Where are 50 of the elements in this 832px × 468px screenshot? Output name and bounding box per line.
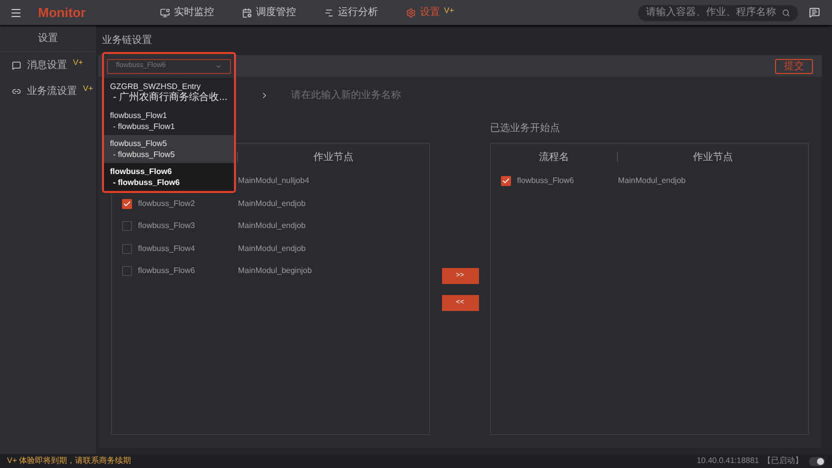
dropdown-option[interactable]: flowbuss_Flow6 - flowbuss_Flow6 — [104, 163, 234, 191]
panel-label: 已选业务开始点 — [490, 122, 560, 136]
table-cell: flowbuss_Flow4 — [138, 242, 195, 255]
name-field[interactable]: 请在此输入新的业务名称 — [291, 88, 441, 102]
expiry-notice: V+ 体验即将到期，请联系商务续期 — [7, 455, 132, 467]
table-cell: flowbuss_Flow3 — [138, 220, 195, 232]
table-cell-text: MainModul_endjob — [238, 220, 307, 232]
settings-icon — [406, 8, 416, 18]
nav-tab[interactable]: 实时监控 — [160, 5, 214, 20]
server-state: 【已启动】 — [763, 455, 803, 467]
search-field[interactable]: 请输入容器、作业、程序名称 — [638, 4, 798, 20]
search-icon[interactable] — [782, 8, 790, 16]
chat-icon[interactable] — [809, 7, 820, 18]
sidebar-item[interactable]: 消息设置 V+ — [0, 52, 96, 78]
dropdown-option[interactable]: flowbuss_Flow1 - flowbuss_Flow1 — [104, 107, 234, 135]
message-icon — [12, 60, 21, 70]
page-title: 业务链设置 — [102, 34, 152, 48]
nav-tab[interactable]: 运行分析 — [324, 5, 378, 20]
table-cell-text: MainModul_endjob — [618, 175, 687, 188]
chevron-right-icon — [260, 90, 269, 100]
checkbox[interactable] — [122, 244, 132, 254]
link-icon — [12, 86, 21, 96]
chevron-down-icon — [215, 62, 222, 70]
checkbox[interactable] — [501, 176, 511, 186]
checkbox[interactable] — [122, 266, 132, 276]
column-header: 作业节点 — [314, 150, 354, 164]
column-header: 流程名 — [539, 150, 569, 164]
column-header: 作业节点 — [693, 150, 733, 164]
menu-icon[interactable] — [10, 6, 22, 18]
monitor-icon — [160, 8, 170, 18]
table-cell-text: MainModul_endjob — [238, 242, 307, 255]
checkbox[interactable] — [122, 198, 132, 209]
server-address: 10.40.0.41:18881 — [696, 455, 759, 467]
table-cell-text: MainModul_endjob — [238, 198, 307, 210]
table-cell-text: MainModul_beginjob — [238, 265, 313, 278]
table-cell-text: MainModul_nulljob4 — [238, 175, 310, 188]
table-cell: flowbuss_Flow2 — [138, 198, 195, 210]
dropdown-option[interactable]: GZGRB_SWZHSD_Entry - 广州农商行商务综合收... — [104, 78, 234, 107]
sidebar-item[interactable]: 业务流设置 V+ — [0, 78, 96, 104]
checkbox[interactable] — [122, 221, 132, 232]
chart-icon — [324, 8, 334, 18]
table-cell: flowbuss_Flow6 — [517, 175, 574, 188]
dropdown-option[interactable]: flowbuss_Flow5 - flowbuss_Flow5 — [104, 135, 234, 163]
nav-tab[interactable]: 调度管控 — [242, 5, 296, 20]
calendar-icon — [242, 8, 252, 18]
app-logo: Monitor — [38, 4, 87, 22]
nav-tab[interactable]: 设置 V+ — [406, 5, 454, 20]
toggle-icon[interactable] — [809, 456, 825, 466]
table-cell: flowbuss_Flow6 — [138, 265, 195, 278]
sidebar-title: 设置 — [38, 32, 58, 46]
